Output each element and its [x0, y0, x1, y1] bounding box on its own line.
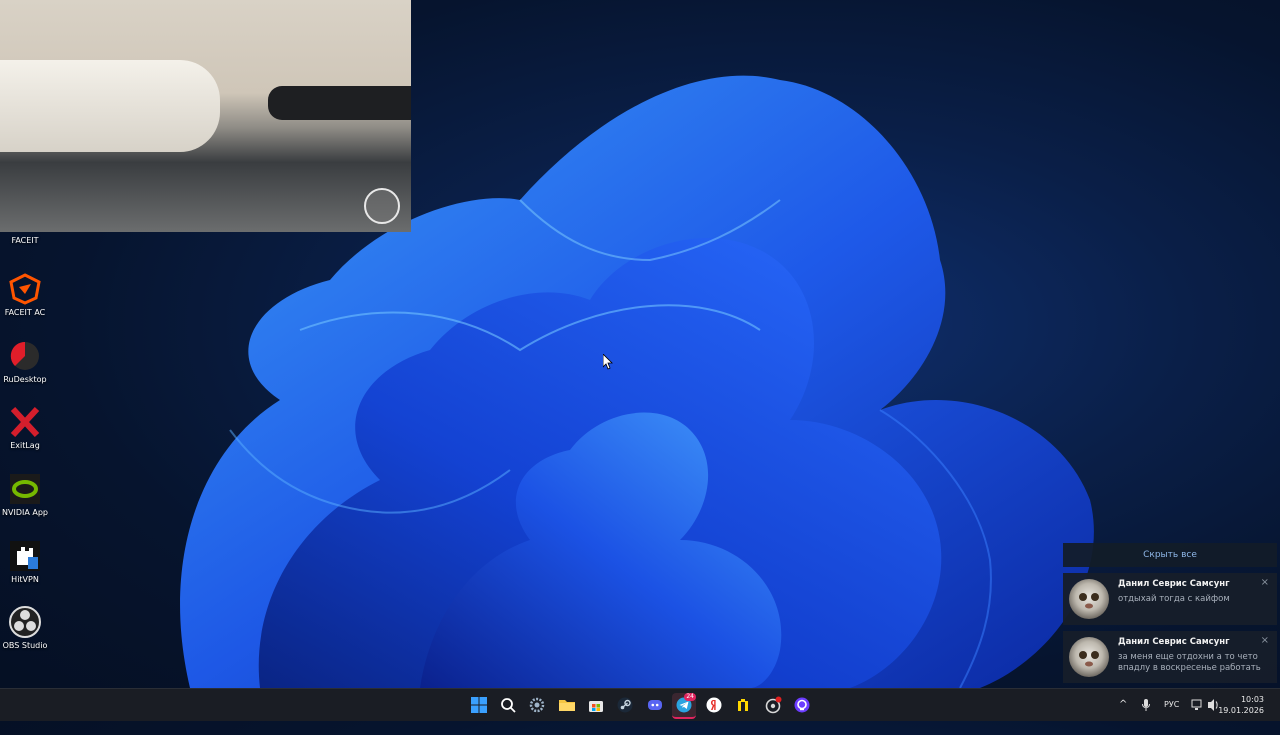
network-icon[interactable] [1191, 689, 1203, 721]
app-gear-red[interactable] [761, 693, 785, 717]
faceit-ac-icon [8, 272, 42, 306]
settings-app[interactable] [525, 693, 549, 717]
yandex-icon [706, 697, 722, 713]
alice-app[interactable] [790, 693, 814, 717]
close-icon[interactable]: × [1261, 577, 1269, 588]
webcam-logo-icon [364, 188, 400, 224]
desktop-icon-faceit-ac[interactable]: FACEIT AC [0, 272, 50, 317]
steam-app[interactable] [613, 693, 637, 717]
alice-icon [794, 697, 810, 713]
desktop-icon-label: NVIDIA App [2, 508, 48, 517]
desktop-icon-obs[interactable]: OBS Studio [0, 605, 50, 650]
file-explorer-app[interactable] [555, 693, 579, 717]
discord-app[interactable] [643, 693, 667, 717]
notification-app-icon [765, 696, 782, 714]
notification-panel: Скрыть все Данил Севрис Самсунг отдыхай … [1063, 543, 1277, 683]
search-icon [501, 698, 516, 713]
notification-sender: Данил Севрис Самсунг [1118, 637, 1230, 647]
webcam-preview [0, 0, 411, 232]
desktop-icon-label: FACEIT AC [4, 308, 46, 317]
yandex-browser-app[interactable] [702, 693, 726, 717]
desktop-icon-label: HitVPN [11, 575, 39, 584]
exitlag-icon [8, 405, 42, 439]
desktop-icon-faceit[interactable]: FACEIT [0, 228, 50, 245]
phone [268, 86, 411, 120]
start-button[interactable] [467, 693, 491, 717]
language-indicator[interactable]: РУС [1164, 689, 1179, 721]
avatar [1069, 637, 1109, 677]
telegram-app[interactable]: 24 [672, 693, 696, 719]
hitvpn-icon [8, 539, 42, 573]
app-yellow[interactable] [731, 693, 755, 717]
notification-message: за меня еще отдохни а то чето впадлу в в… [1118, 652, 1261, 673]
discord-icon [648, 700, 662, 710]
rudesktop-icon [8, 339, 42, 373]
unread-badge: 24 [684, 693, 696, 701]
yellow-app-icon [738, 699, 748, 711]
volume-icon[interactable] [1207, 689, 1219, 721]
store-icon [589, 701, 603, 712]
steam-icon [617, 697, 633, 713]
nvidia-icon [8, 472, 42, 506]
desktop-icon-label: RuDesktop [3, 375, 47, 384]
store-app[interactable] [584, 693, 608, 717]
notification-item[interactable]: Данил Севрис Самсунг за меня еще отдохни… [1063, 631, 1277, 683]
clock-time: 10:03 [1240, 695, 1264, 704]
faceit-icon [0, 228, 50, 236]
desktop-icon-nvidia[interactable]: NVIDIA App [0, 472, 50, 517]
gear-icon [529, 697, 545, 713]
notification-item[interactable]: Данил Севрис Самсунг отдыхай тогда с кай… [1063, 573, 1277, 625]
desktop-icon-label: ExitLag [10, 441, 40, 450]
clock-date: 19.01.2026 [1218, 706, 1264, 715]
folder-icon [559, 700, 575, 711]
desktop-icon-rudesktop[interactable]: RuDesktop [0, 339, 50, 384]
avatar [1069, 579, 1109, 619]
desktop-icon-exitlag[interactable]: ExitLag [0, 405, 50, 450]
hide-all-button[interactable]: Скрыть все [1063, 543, 1277, 567]
tray-overflow-chevron-icon[interactable]: ^ [1119, 689, 1127, 721]
taskbar: 24 ^ РУС 10:03 19.01.2026 [0, 688, 1280, 721]
obs-icon [8, 605, 42, 639]
desktop-icon-label: OBS Studio [2, 641, 48, 650]
notification-sender: Данил Севрис Самсунг [1118, 579, 1230, 589]
desktop-icon-hitvpn[interactable]: HitVPN [0, 539, 50, 584]
windows-icon [471, 697, 487, 713]
system-clock[interactable]: 10:03 19.01.2026 [1218, 694, 1264, 716]
microphone-icon[interactable] [1141, 689, 1151, 721]
notification-message: отдыхай тогда с кайфом [1118, 594, 1230, 604]
mouse-cursor-icon [603, 354, 613, 370]
search-button[interactable] [496, 693, 520, 717]
close-icon[interactable]: × [1261, 635, 1269, 646]
earbuds-case [0, 60, 220, 152]
desktop-icon-label: FACEIT [11, 236, 39, 245]
